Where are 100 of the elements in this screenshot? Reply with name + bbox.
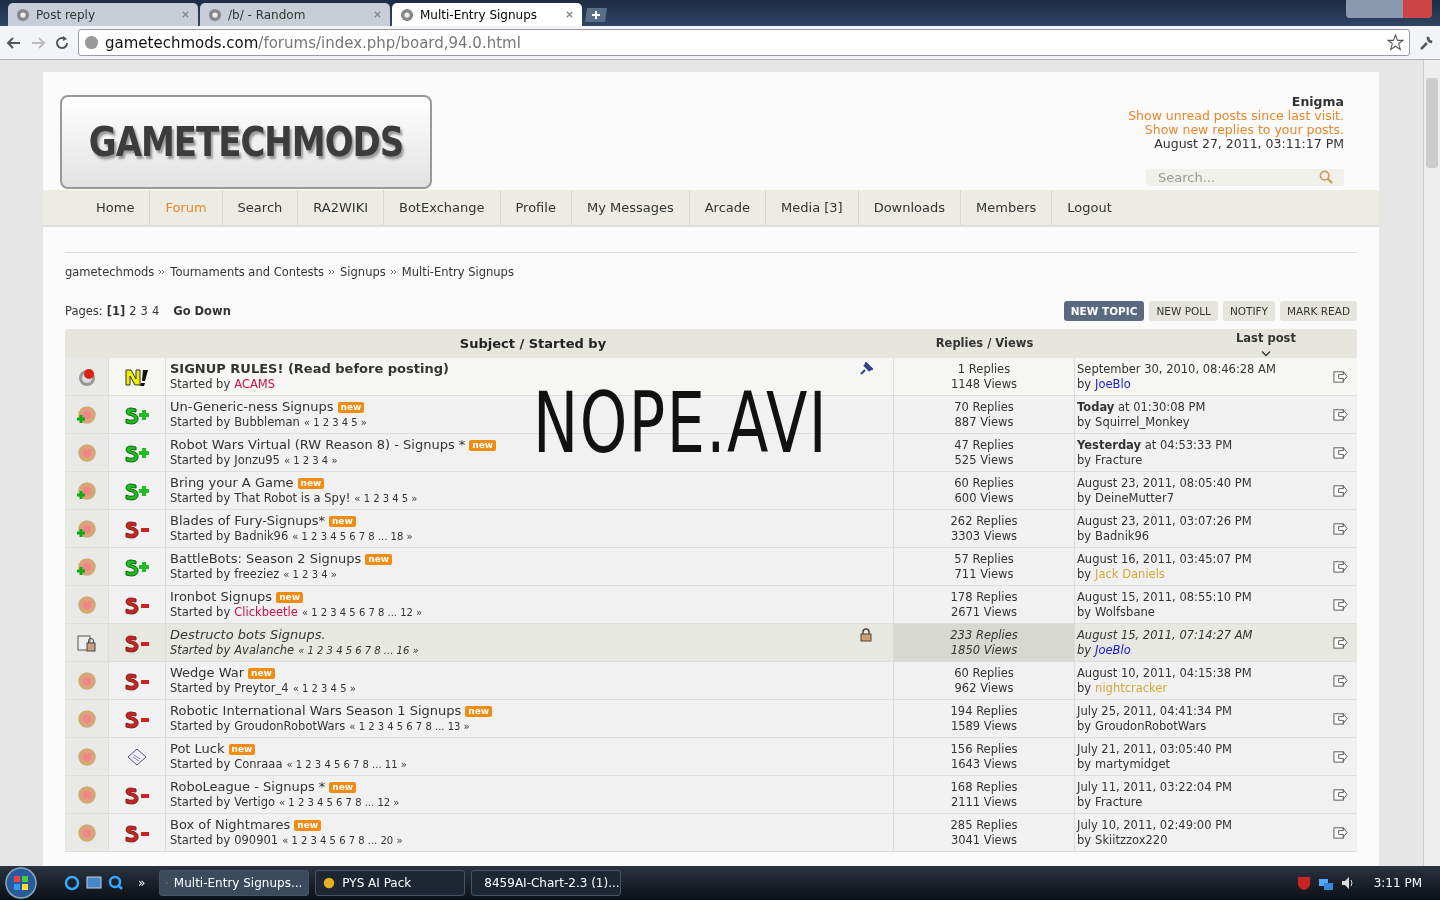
page-links[interactable]: « 1 2 3 4 » xyxy=(283,453,338,468)
page-links[interactable]: « 1 2 3 4 5 » xyxy=(354,491,418,506)
browser-tab[interactable]: Post reply xyxy=(8,3,198,26)
page-links[interactable]: « 1 2 3 4 5 6 7 8 ... 13 » xyxy=(349,719,470,734)
nav-item[interactable]: RA2WIKI xyxy=(298,190,384,225)
go-to-post-icon[interactable] xyxy=(1333,521,1348,536)
topic-title[interactable]: Robotic International Wars Season 1 Signups xyxy=(170,703,462,719)
start-button[interactable] xyxy=(4,866,38,900)
go-to-post-icon[interactable] xyxy=(1333,635,1348,650)
page-links[interactable]: « 1 2 3 4 » xyxy=(283,567,337,582)
close-icon[interactable] xyxy=(565,10,574,19)
scrollbar[interactable] xyxy=(1423,60,1440,866)
column-header[interactable]: Replies / Views xyxy=(894,336,1075,351)
page-links[interactable]: « 1 2 3 4 5 6 7 8 ... 18 » xyxy=(292,529,413,544)
taskbar-button[interactable]: Multi-Entry Signups... xyxy=(159,870,310,896)
search-icon[interactable] xyxy=(108,875,124,891)
expand-arrows[interactable]: » xyxy=(138,876,146,890)
last-poster-link[interactable]: DeineMutter7 xyxy=(1095,490,1174,506)
starter-link[interactable]: freeziez xyxy=(234,567,280,582)
nav-item[interactable]: Search xyxy=(222,190,299,225)
starter-link[interactable]: Clickbeetle xyxy=(234,605,298,620)
go-to-post-icon[interactable] xyxy=(1333,407,1348,422)
last-poster-link[interactable]: Fracture xyxy=(1095,452,1143,468)
nav-item[interactable]: Members xyxy=(961,190,1053,225)
taskbar-button[interactable]: PYS AI Pack xyxy=(315,870,466,896)
starter-link[interactable]: 090901 xyxy=(234,833,279,848)
last-poster-link[interactable]: GroudonRobotWars xyxy=(1095,718,1207,734)
nav-item[interactable]: Logout xyxy=(1052,190,1127,225)
last-poster-link[interactable]: JoeBlo xyxy=(1095,376,1131,392)
last-poster-link[interactable]: Skiitzzox220 xyxy=(1095,832,1168,848)
browser-tab[interactable]: Multi-Entry Signups xyxy=(392,3,582,26)
topic-title[interactable]: RoboLeague - Signups * xyxy=(170,779,326,795)
starter-link[interactable]: Jonzu95 xyxy=(234,453,280,468)
topic-title[interactable]: Blades of Fury-Signups* xyxy=(170,513,325,529)
new-tab-icon[interactable] xyxy=(584,7,610,23)
search-input[interactable]: Search... xyxy=(1156,169,1319,186)
nav-item[interactable]: Home xyxy=(81,190,151,225)
page-links[interactable]: « 1 2 3 4 5 » xyxy=(292,681,356,696)
last-poster-link[interactable]: martymidget xyxy=(1095,756,1170,772)
topic-title[interactable]: BattleBots: Season 2 Signups xyxy=(170,551,362,567)
action-button[interactable]: MARK READ xyxy=(1280,301,1357,321)
page-link[interactable]: 2 xyxy=(129,304,137,318)
topic-title[interactable]: Robot Wars Virtual (RW Reason 8) - Signups * xyxy=(170,437,466,453)
browser-tab[interactable]: /b/ - Random xyxy=(200,3,390,26)
starter-link[interactable]: GroudonRobotWars xyxy=(234,719,346,734)
address-bar[interactable]: gametechmods.com/forums/index.php/board,94.0.html xyxy=(78,29,1410,56)
starter-link[interactable]: Avalanche xyxy=(234,643,295,658)
last-poster-link[interactable]: Fracture xyxy=(1095,794,1143,810)
action-button[interactable]: NOTIFY xyxy=(1222,301,1276,321)
breadcrumb-link[interactable]: Signups xyxy=(340,265,386,279)
go-to-post-icon[interactable] xyxy=(1333,673,1348,688)
site-logo[interactable]: GAMETECHMODS xyxy=(60,95,432,189)
go-to-post-icon[interactable] xyxy=(1333,559,1348,574)
page-link[interactable]: 3 xyxy=(140,304,148,318)
go-down-link[interactable]: Go Down xyxy=(173,304,231,318)
shield-icon[interactable] xyxy=(1295,875,1312,891)
nav-item[interactable]: Profile xyxy=(500,190,572,225)
action-button[interactable]: NEW POLL xyxy=(1149,301,1218,321)
search-field[interactable]: Search... xyxy=(1146,169,1344,186)
page-links[interactable]: « 1 2 3 4 5 6 7 8 ... 12 » xyxy=(279,795,400,810)
starter-link[interactable]: Conraaa xyxy=(234,757,283,772)
topic-title[interactable]: SIGNUP RULES! (Read before posting) xyxy=(170,361,449,377)
starter-link[interactable]: Vertigo xyxy=(234,795,276,810)
go-to-post-icon[interactable] xyxy=(1333,825,1348,840)
go-to-post-icon[interactable] xyxy=(1333,787,1348,802)
nav-item[interactable]: Media [3] xyxy=(766,190,859,225)
breadcrumb-link[interactable]: gametechmods xyxy=(65,265,155,279)
star-icon[interactable] xyxy=(1387,34,1404,51)
topic-title[interactable]: Ironbot Signups xyxy=(170,589,273,605)
action-button[interactable]: NEW TOPIC xyxy=(1063,301,1145,321)
column-header[interactable]: Subject / Started by xyxy=(168,336,894,351)
breadcrumb-link[interactable]: Tournaments and Contests xyxy=(170,265,325,279)
last-poster-link[interactable]: Squirrel_Monkey xyxy=(1095,414,1190,430)
nav-item[interactable]: BotExchange xyxy=(384,190,501,225)
starter-link[interactable]: That Robot is a Spy! xyxy=(234,491,351,506)
page-links[interactable]: « 1 2 3 4 5 6 7 8 ... 12 » xyxy=(301,605,423,620)
topic-title[interactable]: Box of Nightmares xyxy=(170,817,291,833)
last-poster-link[interactable]: Wolfsbane xyxy=(1095,604,1155,620)
nav-item[interactable]: Arcade xyxy=(689,190,767,225)
page-link[interactable]: [1] xyxy=(106,304,126,318)
volume-icon[interactable] xyxy=(1339,875,1356,891)
last-poster-link[interactable]: JoeBlo xyxy=(1095,642,1131,658)
taskbar-button[interactable]: 8459AI-Chart-2.3 (1)... xyxy=(471,870,622,896)
clock[interactable]: 3:11 PM xyxy=(1373,876,1422,890)
topic-title[interactable]: Bring your A Game xyxy=(170,475,294,491)
starter-link[interactable]: ACAMS xyxy=(234,377,276,392)
nav-item[interactable]: Downloads xyxy=(858,190,962,225)
reload-icon[interactable] xyxy=(54,34,70,51)
starter-link[interactable]: Preytor_4 xyxy=(234,681,289,696)
go-to-post-icon[interactable] xyxy=(1333,711,1348,726)
topic-title[interactable]: Destructo bots Signups. xyxy=(170,627,326,643)
go-to-post-icon[interactable] xyxy=(1333,445,1348,460)
starter-link[interactable]: Bubbleman xyxy=(234,415,300,430)
starter-link[interactable]: Badnik96 xyxy=(234,529,289,544)
page-link[interactable]: 4 xyxy=(151,304,160,318)
browser-icon[interactable] xyxy=(64,875,80,891)
go-to-post-icon[interactable] xyxy=(1333,597,1348,612)
column-header[interactable]: Last post xyxy=(1075,330,1357,357)
breadcrumb-link[interactable]: Multi-Entry Signups xyxy=(401,265,514,279)
back-icon[interactable] xyxy=(6,34,22,51)
